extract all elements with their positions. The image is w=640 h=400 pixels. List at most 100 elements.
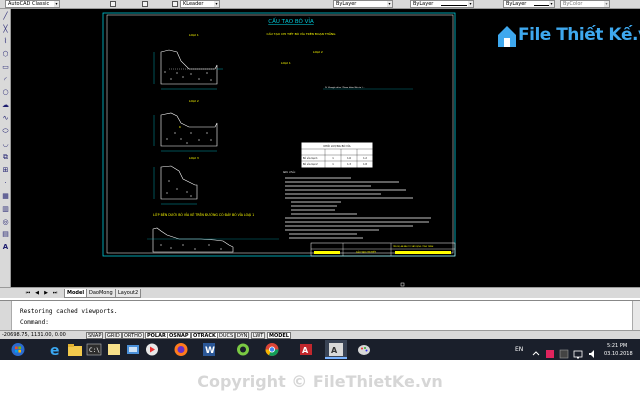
internet-explorer-icon[interactable]: e — [48, 342, 64, 359]
lwt-toggle[interactable]: LWT — [251, 332, 266, 339]
status-bar: -20698.75, 1131.00, 0.00 SNAP GRID ORTHO… — [0, 330, 640, 339]
section-label-right-loai1: LOẠI 1 — [281, 61, 291, 65]
line-tool-icon[interactable]: ╱ — [2, 13, 9, 20]
polygon-tool-icon[interactable]: ⬡ — [2, 51, 9, 58]
command-scrollbar[interactable] — [632, 301, 640, 331]
start-button[interactable] — [10, 342, 26, 357]
table-row-2-label: Bó vỉa loại 2 — [303, 163, 318, 166]
multiline-text-icon[interactable]: A — [2, 244, 9, 251]
sticky-notes-icon[interactable] — [106, 342, 122, 357]
sheet-border — [102, 12, 456, 257]
rectangle-tool-icon[interactable]: ▭ — [2, 64, 9, 71]
paint-icon[interactable] — [356, 342, 372, 357]
linetype-control-select[interactable]: ByLayer ▾ — [410, 0, 474, 8]
color-control-select[interactable]: ByColor ▾ — [560, 0, 610, 8]
cursor-marker — [400, 282, 405, 287]
table-tool-icon[interactable]: ▤ — [2, 231, 9, 238]
point-tool-icon[interactable]: · — [2, 180, 9, 187]
curb-section-road — [147, 227, 279, 253]
next-tab-icon[interactable]: ▶ — [42, 290, 50, 297]
ortho-toggle[interactable]: ORTHO — [122, 332, 144, 339]
lineweight-control-select[interactable]: ByLayer ▾ — [503, 0, 555, 8]
polyline-tool-icon[interactable]: ⌇ — [2, 38, 9, 45]
command-history: Restoring cached viewports. — [20, 308, 118, 315]
firefox-icon[interactable] — [173, 342, 189, 357]
table-cell: 1.3 — [347, 163, 351, 166]
command-prompt-icon[interactable]: C:\ — [86, 342, 102, 357]
quantities-table: KHỐI LƯỢNG BÓ VỈA Bó vỉa loại 1 Bó vỉa l… — [300, 141, 374, 169]
logo-house-icon — [498, 26, 516, 47]
antivirus-icon[interactable] — [545, 344, 555, 358]
tab-daomong[interactable]: DaoMong — [86, 289, 116, 298]
command-prompt[interactable]: Command: — [20, 319, 49, 326]
reference-note: D: \Google drive \Tham khảo \Bó vỉa \... — [325, 86, 365, 89]
model-toggle[interactable]: MODEL — [267, 332, 291, 339]
last-tab-icon[interactable]: ⏭ — [51, 290, 59, 297]
svg-text:C:\: C:\ — [89, 347, 100, 354]
volume-icon[interactable] — [588, 344, 598, 358]
title-block-project: TÊN DỰ ÁN ĐẦU TƯ XÂY DỰNG CÔNG TRÌNH — [393, 245, 434, 248]
otrack-toggle[interactable]: OTRACK — [191, 332, 218, 339]
watermark-footer: Copyright © FileThietKe.vn — [0, 360, 640, 400]
osnap-toggle[interactable]: OSNAP — [167, 332, 191, 339]
construction-line-icon[interactable]: ╳ — [2, 26, 9, 33]
multileader-style-select[interactable]: KLeader ▾ — [180, 0, 220, 8]
workspace-select[interactable]: AutoCAD Classic ▾ — [5, 0, 60, 8]
region-tool-icon[interactable]: ◎ — [2, 219, 9, 226]
command-window-grip[interactable] — [0, 301, 12, 331]
svg-text:A: A — [331, 346, 338, 355]
app-green-icon[interactable] — [235, 342, 251, 357]
grid-toggle[interactable]: GRID — [105, 332, 122, 339]
tab-model[interactable]: Model — [64, 289, 88, 298]
media-player-icon[interactable] — [144, 342, 160, 357]
svg-text:e: e — [50, 343, 60, 357]
ellipse-arc-icon[interactable]: ◡ — [2, 141, 9, 148]
style-icon[interactable] — [142, 1, 148, 7]
hatch-tool-icon[interactable]: ▦ — [2, 193, 9, 200]
file-explorer-icon[interactable] — [67, 342, 83, 357]
network-icon[interactable] — [573, 344, 583, 359]
snap-toggle[interactable]: SNAP — [86, 332, 104, 339]
layer-control-label: ByLayer — [336, 1, 357, 7]
revision-cloud-icon[interactable]: ☁ — [2, 102, 9, 109]
tab-layout2[interactable]: Layout2 — [115, 289, 142, 298]
tray-chevron-icon[interactable] — [531, 344, 541, 356]
clock-time[interactable]: 5:21 PM — [607, 343, 627, 349]
linetype-control-label: ByLayer — [413, 1, 434, 7]
draw-toolbar: ╱ ╳ ⌇ ⬡ ▭ ◜ ○ ☁ ∿ ⬭ ◡ ⧉ ⊞ · ▦ ▥ ◎ ▤ A — [0, 9, 11, 287]
chrome-icon[interactable] — [264, 342, 280, 357]
polar-toggle[interactable]: POLAR — [145, 332, 168, 339]
arc-tool-icon[interactable]: ◜ — [2, 77, 9, 84]
bottom-section-title: LỚP BÊN DƯỚI BÓ VỈA KÉ TRÊN ĐƯỜNG CÓ ĐÁY… — [153, 212, 254, 217]
multileader-style-label: KLeader — [183, 1, 204, 7]
dyn-toggle[interactable]: DYN — [235, 332, 250, 339]
circle-tool-icon[interactable]: ○ — [2, 89, 9, 96]
drawing-subtitle: CẤU TẠO CHI TIẾT BÓ VỈA TRÊN ĐOẠN THẲNG — [266, 30, 336, 36]
drawing-area[interactable]: CẤU TẠO BÓ VỈA CẤU TẠO CHI TIẾT BÓ VỈA T… — [11, 9, 640, 287]
word-icon[interactable]: W — [201, 342, 217, 357]
control-panel-icon[interactable] — [125, 342, 141, 357]
dimension-label: R — [179, 125, 181, 129]
ducs-toggle[interactable]: DUCS — [217, 332, 236, 339]
gradient-tool-icon[interactable]: ▥ — [2, 206, 9, 213]
lineweight-preview — [534, 5, 550, 6]
spline-tool-icon[interactable]: ∿ — [2, 115, 9, 122]
layer-icon[interactable] — [110, 1, 116, 7]
first-tab-icon[interactable]: ⏮ — [24, 290, 32, 297]
active-task-autocad[interactable]: A — [325, 340, 347, 359]
linetype-preview — [441, 5, 467, 6]
make-block-icon[interactable]: ⊞ — [2, 167, 9, 174]
tray-app-icon[interactable] — [559, 344, 569, 359]
prev-tab-icon[interactable]: ◀ — [33, 290, 41, 297]
chevron-down-icon: ▾ — [54, 1, 59, 7]
layer-control-select[interactable]: ByLayer ▾ — [333, 0, 393, 8]
insert-block-icon[interactable]: ⧉ — [2, 154, 9, 161]
ellipse-tool-icon[interactable]: ⬭ — [2, 128, 9, 135]
autocad-window: AutoCAD Classic ▾ KLeader ▾ ByLayer ▾ By… — [0, 0, 640, 400]
multileader-icon[interactable] — [172, 1, 178, 7]
autocad-icon[interactable]: A — [298, 342, 314, 357]
clock-date[interactable]: 03.10.2018 — [604, 351, 633, 357]
language-indicator[interactable]: EN — [515, 346, 523, 353]
table-row-1-label: Bó vỉa loại 1 — [303, 157, 318, 160]
chevron-down-icon: ▾ — [604, 1, 609, 7]
